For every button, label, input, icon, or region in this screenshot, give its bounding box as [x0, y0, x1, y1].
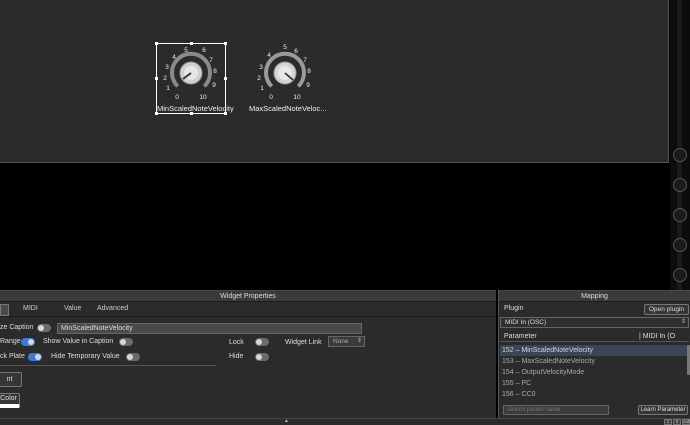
empty-area	[0, 164, 670, 290]
widget-link-label: Widget Link	[285, 339, 322, 346]
knob-tick-label: 3	[259, 64, 263, 71]
knob-tick-label: 7	[303, 57, 307, 64]
knob-tick-label: 6	[294, 48, 298, 55]
column-header-parameter[interactable]: Parameter	[504, 333, 537, 340]
hide-label: Hide	[229, 353, 244, 360]
knob-tick-label: 9	[212, 82, 216, 89]
tab-advanced[interactable]: Advanced	[97, 305, 128, 312]
knob-max-scaled-note-velocity[interactable]: 1 2 3 4 5 6 7 8 9 0 10	[249, 40, 321, 102]
list-item[interactable]: 154 – OutputVelocityMode	[500, 367, 687, 378]
knob-tick-label: 8	[213, 68, 217, 75]
tab-value[interactable]: Value	[64, 305, 81, 312]
knob-tick-label: 7	[209, 57, 213, 64]
knob-tick-label: 0	[175, 94, 179, 101]
chevron-updown-icon: ⇕	[681, 319, 687, 325]
scroll-knob-button[interactable]	[673, 268, 687, 282]
knob-tick-label: 5	[283, 44, 287, 51]
lock-toggle[interactable]	[255, 338, 269, 346]
show-value-label: Show Value in Caption	[43, 338, 114, 345]
font-button[interactable]: nt	[0, 372, 22, 387]
plate-label: ck Plate	[0, 353, 25, 360]
plate-toggle[interactable]	[28, 353, 42, 361]
caption-toggle[interactable]	[37, 324, 51, 332]
panel-title: Widget Properties	[0, 291, 496, 302]
scroll-knob-button[interactable]	[673, 148, 687, 162]
output-button-2[interactable]: 2	[673, 419, 681, 425]
knob-caption: MinScaledNoteVelocity	[157, 104, 234, 113]
knob-tick-label: 2	[257, 75, 261, 82]
caption-field[interactable]: MinScaledNoteVelocity	[57, 323, 362, 334]
scroll-knob-button[interactable]	[673, 238, 687, 252]
open-plugin-button[interactable]: Open plugin	[644, 304, 689, 315]
panel-title: Mapping	[499, 291, 690, 302]
knob-tick-label: 2	[163, 75, 167, 82]
lock-label: Lock	[229, 339, 244, 346]
list-item[interactable]: 155 – PC	[500, 378, 687, 389]
knob-min-scaled-note-velocity[interactable]: 1 2 3 4 5 6 7 8 9 0 10	[155, 40, 227, 102]
hide-temp-value-toggle[interactable]	[126, 353, 140, 361]
knob-tick-label: 1	[260, 85, 264, 92]
list-item[interactable]: 152 – MinScaledNoteVelocity	[500, 345, 687, 356]
knob-tick-label: 10	[199, 94, 207, 101]
scroll-knob-button[interactable]	[673, 178, 687, 192]
column-header-midi[interactable]: | MIDI In (O	[639, 333, 675, 340]
knob-tick-label: 4	[172, 54, 176, 61]
knob-tick-label: 9	[306, 82, 310, 89]
collapse-arrow-icon[interactable]: ▲	[284, 418, 289, 424]
knob-tick-label: 8	[307, 68, 311, 75]
widget-canvas[interactable]: 1 2 3 4 5 6 7 8 9 0 10 MinScaledNoteVelo…	[0, 0, 669, 163]
chevron-updown-icon: ⇕	[357, 338, 363, 344]
plugin-label: Plugin	[504, 305, 524, 312]
show-value-toggle[interactable]	[119, 338, 133, 346]
scroll-knob-button[interactable]	[673, 208, 687, 222]
knob-tick-label: 6	[202, 47, 206, 54]
knob-tick-label: 5	[184, 47, 188, 54]
range-toggle[interactable]	[21, 338, 35, 346]
hide-temp-value-label: Hide Temporary Value	[51, 353, 120, 360]
knob-tick-label: 10	[293, 94, 301, 101]
knob-tick-label: 3	[165, 64, 169, 71]
search-param-input[interactable]	[503, 405, 609, 415]
output-button-out[interactable]: out	[682, 419, 690, 425]
color-button[interactable]: Color	[0, 393, 20, 408]
plugin-select[interactable]: MIDI In (OSC)	[500, 317, 689, 328]
learn-parameter-button[interactable]: Learn Parameter	[638, 405, 688, 415]
output-button-1[interactable]: 1	[664, 419, 672, 425]
mapping-table-header: Parameter | MIDI In (O	[500, 332, 689, 342]
range-label: Range	[0, 338, 21, 345]
knob-tick-label: 4	[267, 52, 271, 59]
hide-toggle[interactable]	[255, 353, 269, 361]
tab-active[interactable]	[0, 304, 9, 316]
knob-tick-label: 1	[166, 85, 170, 92]
tab-midi[interactable]: MIDI	[23, 305, 38, 312]
knob-caption: MaxScaledNoteVeloc...	[249, 104, 327, 113]
list-item[interactable]: 156 – CC0	[500, 389, 687, 400]
caption-label: ze Caption	[0, 324, 34, 331]
divider	[0, 365, 216, 366]
list-item[interactable]: 153 – MaxScaledNoteVelocity	[500, 356, 687, 367]
bottom-bar	[0, 418, 690, 425]
knob-tick-label: 0	[269, 94, 273, 101]
widget-properties-panel: Widget Properties MIDI Value Advanced ze…	[0, 290, 496, 418]
tab-bar: MIDI Value Advanced	[0, 302, 496, 317]
